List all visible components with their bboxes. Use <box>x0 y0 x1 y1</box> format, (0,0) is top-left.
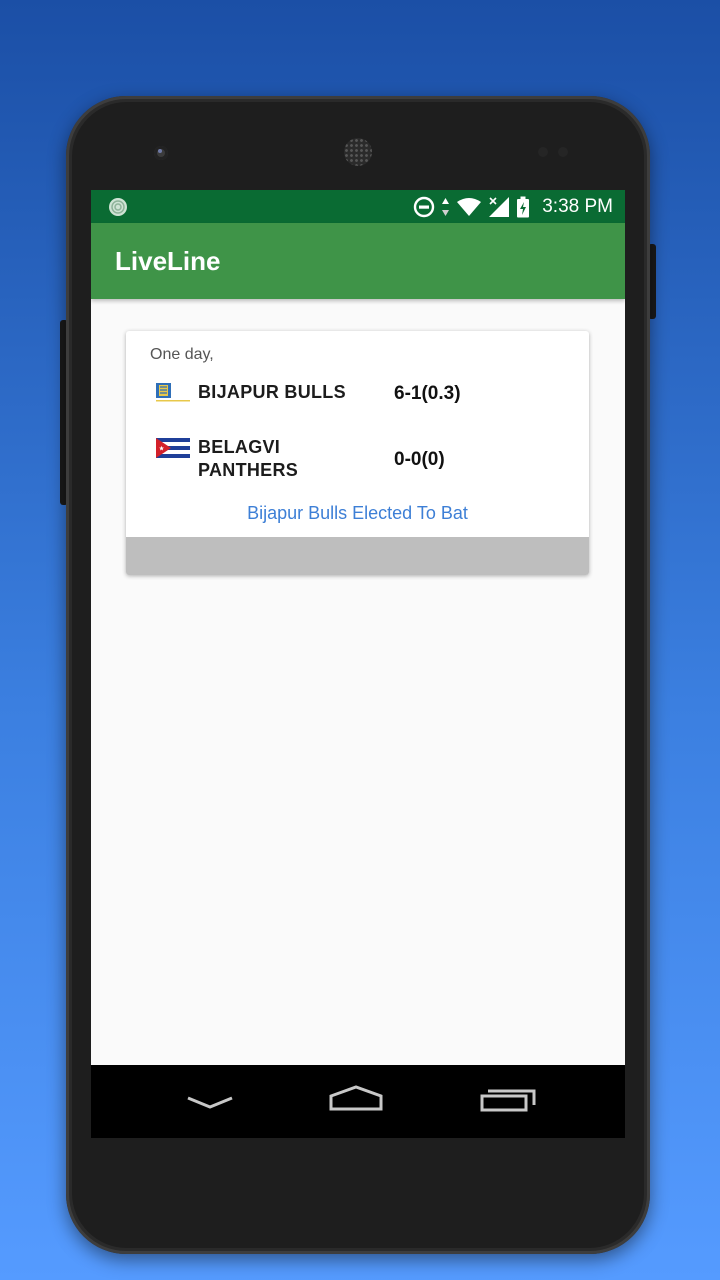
navigation-bar <box>91 1065 625 1138</box>
home-icon[interactable] <box>326 1083 386 1123</box>
status-bar: 3:38 PM <box>91 190 625 223</box>
earpiece-speaker <box>344 138 372 166</box>
back-icon[interactable] <box>180 1083 240 1123</box>
do-not-disturb-icon <box>414 196 435 217</box>
proximity-sensor <box>538 147 548 157</box>
team-name: BIJAPUR BULLS <box>198 382 346 402</box>
signal-icon <box>489 196 510 217</box>
app-title: LiveLine <box>115 246 221 276</box>
data-arrows-icon <box>442 197 450 216</box>
recents-icon[interactable] <box>476 1083 536 1123</box>
front-camera <box>154 146 168 160</box>
team-flag-icon <box>156 383 190 403</box>
wifi-icon <box>457 197 482 216</box>
team-flag-icon <box>156 438 190 458</box>
match-card[interactable]: One day, BIJAPUR BULLS 6-1(0.3) BELAGVI … <box>126 331 589 575</box>
light-sensor <box>558 147 568 157</box>
team-score: 0-0(0) <box>394 449 445 470</box>
notification-icon <box>109 198 127 216</box>
screen: 3:38 PM LiveLine One day, BIJAPUR BULLS … <box>91 190 625 1138</box>
team-score: 6-1(0.3) <box>394 383 461 404</box>
match-status-link[interactable]: Bijapur Bulls Elected To Bat <box>126 503 589 524</box>
card-footer <box>126 537 589 575</box>
battery-charging-icon <box>517 196 530 217</box>
match-type: One day, <box>150 346 214 363</box>
team-name: BELAGVI PANTHERS <box>198 437 299 480</box>
status-time: 3:38 PM <box>542 195 613 217</box>
app-bar: LiveLine <box>91 223 625 299</box>
